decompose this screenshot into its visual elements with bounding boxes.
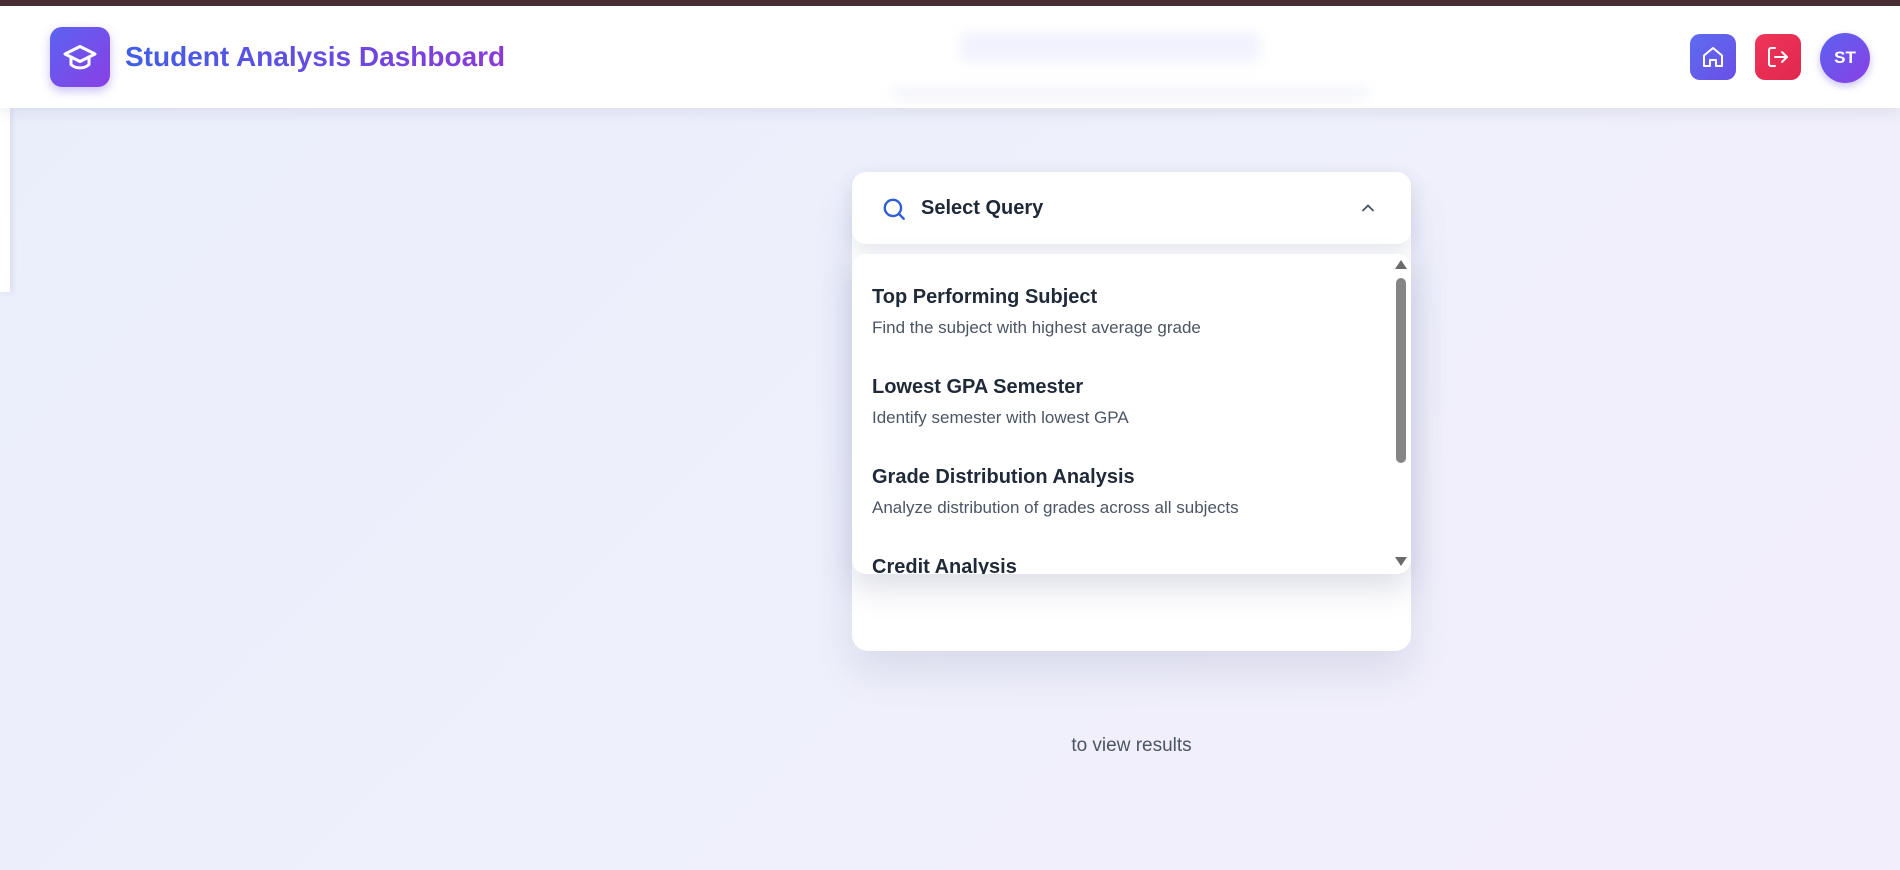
option-title: Credit Analysis: [872, 556, 1017, 574]
query-select-label: Select Query: [921, 197, 1044, 219]
option-description: Find the subject with highest average gr…: [872, 318, 1201, 337]
user-avatar[interactable]: ST: [1820, 33, 1870, 83]
scroll-down-arrow-icon[interactable]: [1395, 557, 1407, 566]
query-option-grade-distribution[interactable]: Grade Distribution Analysis Analyze dist…: [872, 464, 1382, 519]
option-title: Top Performing Subject: [872, 286, 1098, 308]
option-title: Grade Distribution Analysis: [872, 466, 1135, 488]
scrollbar-thumb[interactable]: [1396, 278, 1406, 463]
logout-icon: [1768, 47, 1788, 67]
logout-button[interactable]: [1755, 34, 1801, 80]
app-header: Student Analysis Dashboard ST: [0, 6, 1900, 108]
option-description: Identify semester with lowest GPA: [872, 408, 1129, 427]
option-description: Analyze distribution of grades across al…: [872, 498, 1239, 517]
result-placeholder-text: to view results: [1071, 735, 1192, 756]
background-blur: [890, 86, 1370, 100]
graduation-cap-icon: [63, 45, 97, 70]
home-button[interactable]: [1690, 34, 1736, 80]
background-blur: [960, 32, 1260, 62]
chevron-up-icon[interactable]: [1358, 198, 1378, 218]
scroll-up-arrow-icon[interactable]: [1395, 260, 1407, 269]
dropdown-scrollbar[interactable]: [1392, 254, 1411, 574]
app-title: Student Analysis Dashboard: [125, 41, 506, 72]
home-icon: [1703, 47, 1723, 67]
search-icon: [883, 198, 905, 220]
query-option-lowest-gpa-semester[interactable]: Lowest GPA Semester Identify semester wi…: [872, 374, 1382, 429]
option-title: Lowest GPA Semester: [872, 376, 1084, 398]
query-option-credit-analysis[interactable]: Credit Analysis: [872, 554, 1382, 574]
query-select[interactable]: Select Query: [852, 172, 1411, 244]
app-logo[interactable]: [50, 27, 110, 87]
sidebar-panel-edge: [0, 108, 10, 292]
query-dropdown-menu: Top Performing Subject Find the subject …: [852, 254, 1411, 574]
query-option-top-performing-subject[interactable]: Top Performing Subject Find the subject …: [872, 284, 1382, 339]
